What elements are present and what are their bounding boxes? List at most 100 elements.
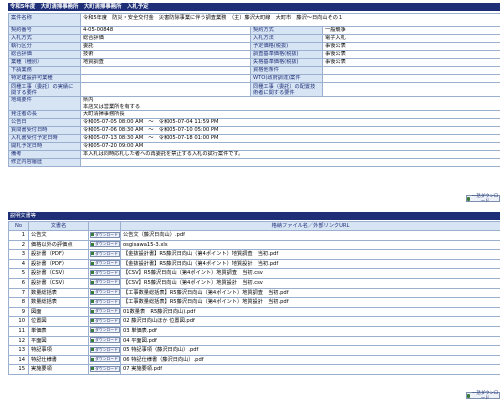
doc-download-cell: ダウンロード [88, 345, 121, 356]
info-label: 契約番号 [8, 26, 81, 35]
doc-file-link[interactable]: 【CSV】R5藤沢日向山（第4ポイント）地質設計 当初.csv [120, 277, 500, 289]
doc-download-cell: ダウンロード [88, 325, 121, 337]
document-row: 3 設計書（PDF） ダウンロード 【金抜設計書】R5藤沢日向山（第4ポイント）地質調… [8, 249, 500, 260]
doc-name: 設計書（PDF） [28, 258, 89, 270]
doc-file-link[interactable]: 公告文（藤沢日向山）.pdf [120, 230, 500, 241]
doc-number: 15 [8, 364, 29, 375]
info-row: 質問書受付日時 令和05-07-06 08:30 AM ～ 令和05-07-10 … [8, 125, 500, 135]
doc-file-link[interactable]: 【工事数量総括表】R5藤沢日向山（第4ポイント）地質調査 当初.pdf [120, 287, 500, 299]
doc-download-cell: ダウンロード [88, 306, 121, 318]
download-icon [91, 319, 95, 323]
download-all-button-top[interactable]: 一括ダウンロード [466, 194, 500, 204]
doc-file-link[interactable]: 05 特記事項（藤沢日向山）.pdf [120, 345, 500, 356]
info-value [80, 157, 500, 167]
document-row: 10 位置図 ダウンロード 02 藤沢日向山ほか 位置図.pdf [8, 316, 500, 327]
doc-name: 実施要領 [28, 364, 89, 375]
doc-file-link[interactable]: 07 実施要領.pdf [120, 364, 500, 375]
download-button[interactable]: ダウンロード [89, 279, 120, 286]
document-row: 13 特記事項 ダウンロード 05 特記事項（藤沢日向山）.pdf [8, 345, 500, 356]
info-value: 令和05-07-06 08:30 AM ～ 令和05-07-10 05:00 P… [80, 125, 500, 135]
doc-download-cell: ダウンロード [88, 258, 121, 270]
document-row: 15 実施要領 ダウンロード 07 実施要領.pdf [8, 364, 500, 375]
doc-download-cell: ダウンロード [88, 354, 121, 366]
info-label: 備考 [8, 149, 81, 159]
doc-download-cell: ダウンロード [88, 277, 121, 289]
download-button[interactable]: ダウンロード [89, 346, 120, 353]
download-button[interactable]: ダウンロード [89, 356, 120, 363]
download-icon [91, 290, 95, 294]
download-button-label: ダウンロード [95, 356, 118, 362]
download-button[interactable]: ダウンロード [89, 250, 120, 257]
download-button[interactable]: ダウンロード [89, 241, 120, 248]
info-label: 開札予定日時 [8, 141, 81, 151]
doc-file-link[interactable]: 【工事数量総括表】R5藤沢日向山（第4ポイント）地質設計 当初.pdf [120, 297, 500, 308]
doc-file-link[interactable]: 02 藤沢日向山ほか 位置図.pdf [120, 316, 500, 327]
doc-number: 2 [8, 239, 29, 251]
info-row: 執行区分 委託 予定価格(税抜) 事後公表 [8, 42, 500, 51]
info-label: 質問書受付日時 [8, 125, 81, 135]
download-icon [91, 233, 95, 236]
download-button[interactable]: ダウンロード [89, 289, 120, 296]
info-label: 業種（種別） [8, 58, 81, 67]
download-button[interactable]: ダウンロード [89, 269, 120, 276]
doc-file-link[interactable]: osgisawa15-3.xls [120, 239, 500, 251]
document-row: 14 特記仕様書 ダウンロード 06 特記仕様書（藤沢日向山）.pdf [8, 354, 500, 366]
info-value: 一般競争 [322, 26, 500, 35]
download-button[interactable]: ダウンロード [89, 317, 120, 324]
doc-number: 11 [8, 325, 29, 337]
info-label: 特定建設許可業種 [8, 74, 81, 83]
info-row: 公告日 令和05-07-05 08:00 AM ～ 令和05-07-04 11:5… [8, 117, 500, 127]
info-row: 開札予定日時 令和05-07-20 09:00 AM [8, 141, 500, 151]
download-all-button-bottom[interactable]: 一括ダウンロード [466, 391, 500, 401]
info-value: 総合評価 [80, 34, 251, 43]
info-label: 同種工事（委託）の配置技術者に関する要件 [250, 82, 323, 97]
doc-file-link[interactable]: 06 特記仕様書（藤沢日向山）.pdf [120, 354, 500, 366]
document-row: 9 図面 ダウンロード 01数量表 R5藤沢日向山).pdf [8, 306, 500, 318]
download-button-label: ダウンロード [95, 279, 118, 285]
doc-number: 10 [8, 316, 29, 327]
info-value: 令和05-07-05 08:00 AM ～ 令和05-07-04 11:59 P… [80, 117, 500, 127]
doc-download-cell: ダウンロード [88, 239, 121, 251]
info-value: 地質調査 [80, 58, 251, 67]
doc-file-link[interactable]: 【CSV】R5藤沢日向山（第4ポイント）地質調査 当初.csv [120, 268, 500, 279]
download-button[interactable]: ダウンロード [89, 260, 120, 267]
download-button[interactable]: ダウンロード [89, 365, 120, 372]
info-row: 契約番号 4-05-00848 契約方式 一般競争 [8, 26, 500, 35]
info-row: 特定建設許可業種 WTO(政府調達)案件 [8, 74, 500, 83]
download-icon [91, 367, 95, 371]
info-row: 業種（種別） 地質調査 失格基準価格(税抜) 事後公表 [8, 58, 500, 67]
document-row: 7 数量総括表 ダウンロード 【工事数量総括表】R5藤沢日向山（第4ポイント）地質調査… [8, 287, 500, 299]
info-row: 備考 本入札は同時応札した者への再委託を禁止する入札の試行案件です。 [8, 149, 500, 159]
download-button[interactable]: ダウンロード [89, 308, 120, 315]
doc-file-link[interactable]: 04 平面図.pdf [120, 335, 500, 347]
info-value: 本入札は同時応札した者への再委託を禁止する入札の試行案件です。 [80, 149, 500, 159]
download-button[interactable]: ダウンロード [89, 231, 120, 238]
doc-file-link[interactable]: 01数量表 R5藤沢日向山).pdf [120, 306, 500, 318]
doc-number: 13 [8, 345, 29, 356]
download-button-label: ダウンロード [95, 317, 118, 323]
download-button[interactable]: ダウンロード [89, 327, 120, 334]
info-label: 同種工事（委託）の実績に関する要件 [8, 82, 81, 97]
doc-download-cell: ダウンロード [88, 230, 121, 241]
doc-file-link[interactable]: 【金抜設計書】R5藤沢日向山（第4ポイント）地質調査 当初.pdf [120, 249, 500, 260]
col-header-name: 文書名 [28, 221, 89, 231]
info-value: 電子入札 [322, 34, 500, 43]
info-value: 事後公表 [322, 58, 500, 67]
doc-file-link[interactable]: 03 単価表.pdf [120, 325, 500, 337]
page-title: 令和5年度 大町清掃事務所 大町清掃事務所 入札予定 [8, 3, 500, 11]
doc-file-link[interactable]: 【金抜設計書】R5藤沢日向山（第4ポイント）地質設計 当初.pdf [120, 258, 500, 270]
doc-name: 図面 [28, 306, 89, 318]
info-label: 資格他条件 [250, 66, 323, 75]
download-button[interactable]: ダウンロード [89, 298, 120, 305]
download-button-label: ダウンロード [95, 298, 118, 304]
info-label: 公告日 [8, 117, 81, 127]
info-row: 修正内容履歴 [8, 157, 500, 167]
doc-number: 9 [8, 306, 29, 318]
doc-number: 1 [8, 230, 29, 241]
download-icon [91, 328, 95, 332]
download-button[interactable]: ダウンロード [89, 337, 120, 344]
col-header-file: 格納ファイル名／外部リンクURL [120, 221, 500, 231]
download-button-label: ダウンロード [95, 250, 118, 256]
doc-download-cell: ダウンロード [88, 335, 121, 347]
info-row: 入札方式 総合評価 入札方法 電子入札 [8, 34, 500, 43]
